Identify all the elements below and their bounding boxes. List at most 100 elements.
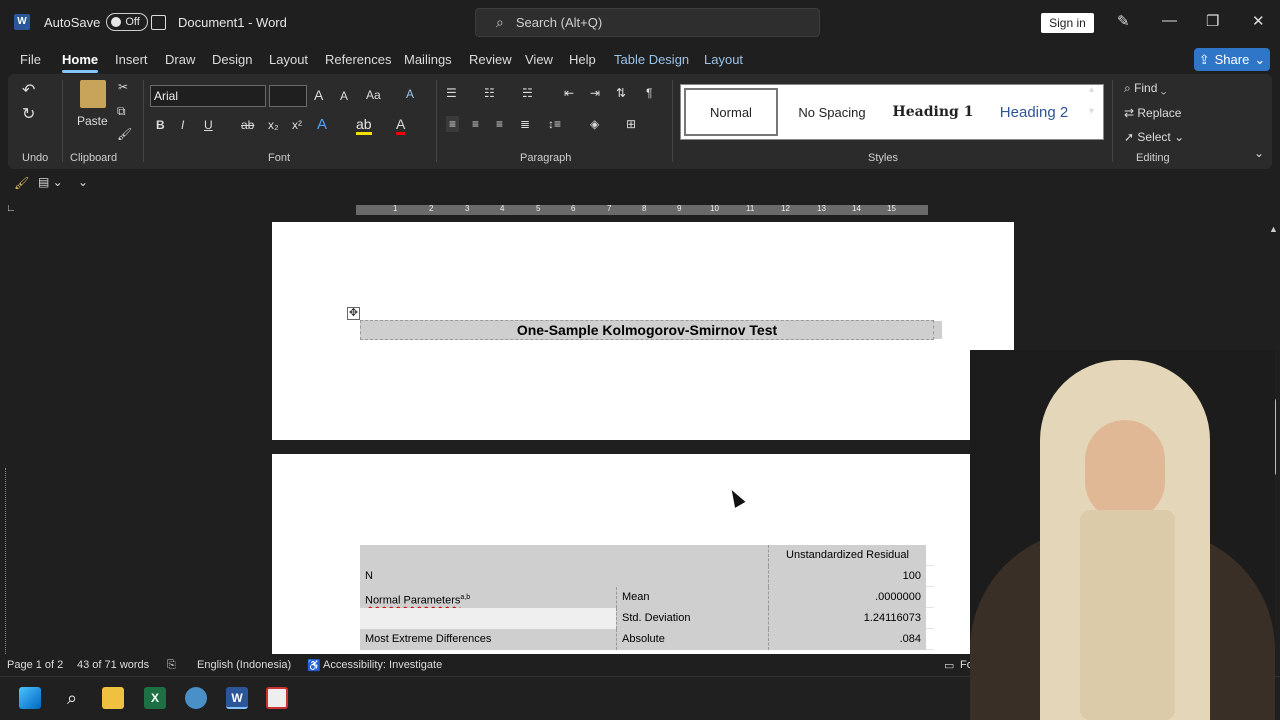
increase-indent-icon[interactable]: ⇥ [590, 86, 600, 100]
search-icon[interactable]: ⌕ [61, 687, 83, 709]
tab-table-design[interactable]: Table Design [614, 52, 689, 67]
copy-icon[interactable]: ⧉ [117, 104, 126, 119]
table-cell[interactable]: Most Extreme Differences [360, 629, 616, 650]
format-painter-icon[interactable]: 🖌 [117, 127, 132, 141]
decrease-indent-icon[interactable]: ⇤ [564, 86, 574, 100]
multilevel-list-icon[interactable]: ☵ [522, 86, 533, 100]
collapse-ribbon-icon[interactable]: ⌄ [1254, 146, 1264, 160]
format-painter-icon[interactable]: 🖌 [14, 176, 29, 190]
redo-icon[interactable]: ↻ [22, 104, 35, 124]
table-cell[interactable]: .084 [768, 629, 926, 650]
select-button[interactable]: ➚ Select ⌄ [1124, 130, 1184, 144]
tab-insert[interactable]: Insert [115, 52, 148, 67]
close-button[interactable]: ✕ [1252, 12, 1265, 30]
change-case-icon[interactable]: Aa [366, 88, 381, 102]
word-count[interactable]: 43 of 71 words [77, 659, 149, 671]
save-icon[interactable] [151, 0, 166, 44]
paste-label[interactable]: Paste [77, 114, 108, 128]
table-row[interactable]: Std. Deviation 1.24116073 [360, 608, 934, 629]
tab-view[interactable]: View [525, 52, 553, 67]
pen-icon[interactable]: ✎ [1117, 12, 1130, 30]
table-cell[interactable] [360, 608, 616, 629]
word-taskbar-icon[interactable]: W [226, 687, 248, 709]
style-heading-1[interactable]: Heading 1 [886, 88, 980, 136]
tab-table-layout[interactable]: Layout [704, 52, 743, 67]
italic-icon[interactable]: I [181, 118, 184, 132]
windows-start-icon[interactable] [19, 687, 41, 709]
accessibility-status[interactable]: Accessibility: Investigate [323, 659, 442, 671]
scroll-up-icon[interactable]: ▲ [1269, 224, 1278, 234]
tab-file[interactable]: File [20, 52, 41, 67]
styles-scroll-down-icon[interactable]: ▾ [1089, 106, 1094, 117]
style-no-spacing[interactable]: No Spacing [785, 88, 879, 136]
language-indicator[interactable]: English (Indonesia) [197, 659, 291, 671]
tab-help[interactable]: Help [569, 52, 596, 67]
replace-button[interactable]: ⇄ Replace [1124, 106, 1181, 120]
table-row[interactable]: N 100 [360, 566, 934, 587]
autosave-control[interactable]: AutoSave Off [44, 0, 149, 44]
tab-selector-icon[interactable]: ∟ [6, 203, 16, 214]
bullets-icon[interactable]: ☰ [446, 86, 457, 100]
font-color-icon[interactable]: A [396, 116, 406, 135]
clear-format-icon[interactable]: A [406, 87, 414, 101]
style-heading-2[interactable]: Heading 2 [987, 88, 1081, 136]
file-explorer-icon[interactable] [102, 687, 124, 709]
find-button[interactable]: ⌕ Find ⌄ [1124, 81, 1166, 96]
shading-icon[interactable]: ◈ [590, 117, 599, 131]
bold-icon[interactable]: B [156, 118, 165, 132]
restore-button[interactable]: ❐ [1206, 12, 1219, 30]
share-button[interactable]: ⇪ Share ⌄ [1194, 48, 1270, 71]
font-size-select[interactable] [269, 85, 307, 107]
grow-font-icon[interactable]: A [314, 87, 323, 103]
table-cell[interactable]: .0000000 [768, 587, 926, 608]
sort-icon[interactable]: ⇅ [616, 86, 626, 100]
page-2[interactable]: Unstandardized Residual N 100 Normal Par… [272, 454, 1014, 654]
subscript-icon[interactable]: x₂ [268, 118, 279, 132]
table-cell[interactable]: N [360, 566, 616, 587]
table-icon[interactable]: ▤ ⌄ [38, 175, 63, 189]
borders-icon[interactable]: ⊞ [626, 117, 636, 131]
table-row[interactable]: Unstandardized Residual [360, 545, 934, 566]
ks-test-table[interactable]: Unstandardized Residual N 100 Normal Par… [360, 545, 934, 650]
justify-icon[interactable]: ≣ [520, 117, 530, 131]
text-effects-icon[interactable]: A [317, 116, 327, 133]
highlight-icon[interactable]: ab [356, 116, 372, 135]
page-1[interactable]: One-Sample Kolmogorov-Smirnov Test [272, 222, 1014, 440]
tab-review[interactable]: Review [469, 52, 512, 67]
numbering-icon[interactable]: ☷ [484, 86, 495, 100]
tab-home[interactable]: Home [62, 52, 99, 73]
page-count[interactable]: Page 1 of 2 [7, 659, 63, 671]
table-cell[interactable] [616, 566, 768, 587]
table-cell[interactable]: 100 [768, 566, 926, 587]
table-cell[interactable]: 1.24116073 [768, 608, 926, 629]
table-cell[interactable]: Absolute [616, 629, 768, 650]
sign-in-button[interactable]: Sign in [1041, 13, 1094, 33]
line-spacing-icon[interactable]: ↕≡ [548, 117, 561, 131]
proofing-icon[interactable]: ⎘ [167, 659, 176, 672]
show-marks-icon[interactable]: ¶ [646, 86, 652, 100]
superscript-icon[interactable]: x² [292, 118, 302, 132]
shrink-font-icon[interactable]: A [340, 89, 348, 103]
tab-draw[interactable]: Draw [165, 52, 195, 67]
paste-icon[interactable] [80, 80, 106, 108]
styles-scroll-up-icon[interactable]: ▴ [1089, 84, 1094, 95]
style-normal[interactable]: Normal [684, 88, 778, 136]
tab-layout[interactable]: Layout [269, 52, 308, 67]
excel-icon[interactable]: X [144, 687, 166, 709]
spss-icon[interactable] [266, 687, 288, 709]
font-name-select[interactable]: Arial [150, 85, 266, 107]
table-cell[interactable] [616, 545, 768, 566]
table-row[interactable]: Most Extreme Differences Absolute .084 [360, 629, 934, 650]
search-box[interactable]: ⌕ Search (Alt+Q) [475, 8, 820, 37]
table-move-handle-icon[interactable]: ✥ [347, 307, 360, 320]
undo-icon[interactable]: ↶ [22, 80, 35, 100]
horizontal-ruler[interactable]: 1 2 3 4 5 6 7 8 9 10 11 12 13 14 15 [272, 204, 1014, 215]
minimize-button[interactable]: — [1162, 12, 1177, 29]
table-cell[interactable]: Normal Parametersa,b [360, 587, 616, 608]
underline-icon[interactable]: U [204, 118, 213, 132]
strikethrough-icon[interactable]: ab [241, 118, 254, 132]
align-right-icon[interactable]: ≡ [496, 117, 503, 131]
align-left-icon[interactable]: ≡ [446, 116, 460, 132]
tab-mailings[interactable]: Mailings [404, 52, 452, 67]
zoom-app-icon[interactable] [185, 687, 207, 709]
